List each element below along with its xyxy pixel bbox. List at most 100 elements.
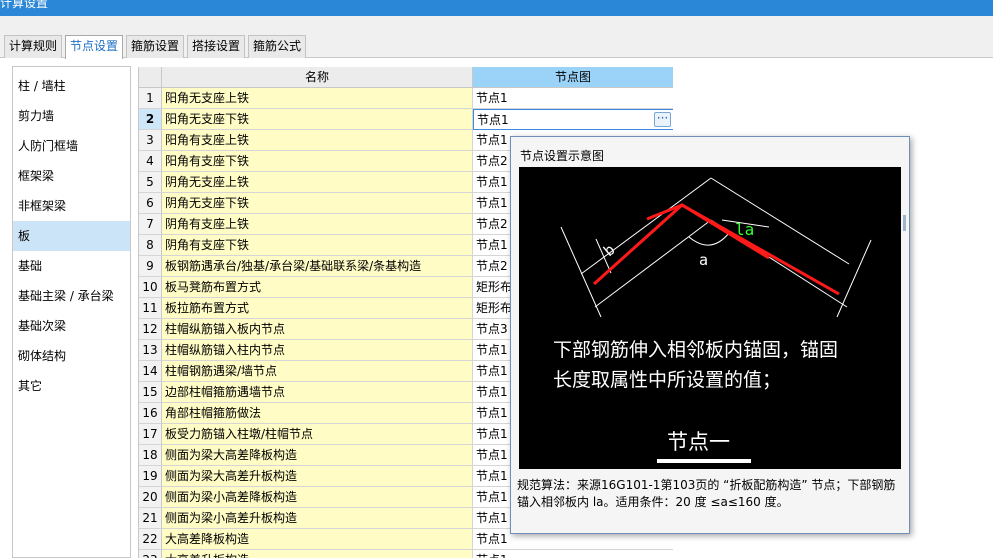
row-name-cell[interactable]: 侧面为梁大高差降板构造 [162, 445, 473, 466]
row-name-cell[interactable]: 角部柱帽箍筋做法 [162, 403, 473, 424]
node-value: 节点2 [476, 154, 508, 168]
break-line-right [836, 239, 872, 318]
node-value: 节点1 [476, 490, 508, 504]
row-name-cell[interactable]: 大高差降板构造 [162, 529, 473, 550]
node-value: 矩形布 [476, 301, 513, 315]
row-name-cell[interactable]: 阴角有支座下铁 [162, 235, 473, 256]
node-value: 节点3 [476, 322, 508, 336]
node-value: 节点2 [476, 259, 508, 273]
table-row[interactable]: 2 阳角无支座下铁 节点1 ··· [139, 109, 673, 130]
sidebar-item-foundation[interactable]: 基础 [13, 251, 130, 281]
row-number: 7 [139, 214, 162, 235]
node-diagram-popup: 节点设置示意图 la a b 下部钢筋伸入相邻板内锚固，锚固 长度取属性中所设置… [510, 136, 910, 534]
node-value: 节点2 [476, 217, 508, 231]
sidebar-item-foundation-secondary-beam[interactable]: 基础次梁 [13, 311, 130, 341]
row-number: 6 [139, 193, 162, 214]
tab-stirrup-settings[interactable]: 箍筋设置 [126, 35, 184, 58]
sidebar-item-frame-beam[interactable]: 框架梁 [13, 161, 130, 191]
tab-stirrup-formula[interactable]: 箍筋公式 [248, 35, 306, 58]
row-name-cell[interactable]: 阴角无支座上铁 [162, 172, 473, 193]
node-value: 节点1 [476, 343, 508, 357]
row-number: 17 [139, 424, 162, 445]
row-name-cell[interactable]: 板拉筋布置方式 [162, 298, 473, 319]
row-name-cell[interactable]: 侧面为梁小高差降板构造 [162, 487, 473, 508]
row-name-cell[interactable]: 阴角有支座上铁 [162, 214, 473, 235]
row-name-cell[interactable]: 阳角有支座下铁 [162, 151, 473, 172]
popup-title: 节点设置示意图 [520, 149, 605, 163]
row-number: 16 [139, 403, 162, 424]
grid-header-node[interactable]: 节点图 [473, 67, 673, 88]
node-value: 节点1 [476, 532, 508, 546]
row-number: 23 [139, 550, 162, 558]
row-name-cell[interactable]: 阳角无支座下铁 [162, 109, 473, 130]
window-titlebar: 计算设置 [0, 0, 993, 16]
grid-header-corner [139, 67, 162, 88]
row-name-cell[interactable]: 侧面为梁小高差升板构造 [162, 508, 473, 529]
tab-bar: 计算规则 节点设置 箍筋设置 搭接设置 箍筋公式 [0, 16, 993, 59]
row-number: 9 [139, 256, 162, 277]
label-a: a [699, 251, 708, 269]
row-number: 11 [139, 298, 162, 319]
row-number: 22 [139, 529, 162, 550]
tab-node-settings[interactable]: 节点设置 [65, 35, 123, 59]
row-name-cell[interactable]: 阳角无支座上铁 [162, 88, 473, 109]
sidebar-item-other[interactable]: 其它 [13, 371, 130, 401]
row-name-cell[interactable]: 侧面为梁大高差升板构造 [162, 466, 473, 487]
sidebar-item-column[interactable]: 柱 / 墙柱 [13, 71, 130, 101]
node-value: 节点1 [476, 511, 508, 525]
row-name-cell[interactable]: 柱帽钢筋遇梁/墙节点 [162, 361, 473, 382]
tab-lap-settings[interactable]: 搭接设置 [187, 35, 245, 58]
window-title: 计算设置 [0, 0, 49, 10]
node-value: 节点1 [476, 238, 508, 252]
row-number: 10 [139, 277, 162, 298]
row-number: 14 [139, 361, 162, 382]
row-name-cell[interactable]: 边部柱帽箍筋遇墙节点 [162, 382, 473, 403]
sidebar-item-slab[interactable]: 板 [13, 221, 130, 251]
row-number: 1 [139, 88, 162, 109]
label-b: b [600, 240, 618, 260]
table-row[interactable]: 23大高差升板构造节点1 [139, 550, 673, 558]
node-value: 节点1 [476, 364, 508, 378]
grid-header-name[interactable]: 名称 [162, 67, 473, 88]
row-node-cell[interactable]: 节点1 [473, 550, 673, 558]
sidebar-item-civil-defense-door-wall[interactable]: 人防门框墙 [13, 131, 130, 161]
node-value: 节点1 [476, 448, 508, 462]
sidebar-item-foundation-main-beam[interactable]: 基础主梁 / 承台梁 [13, 281, 130, 311]
background-scrollbar-edge [903, 215, 906, 231]
slab-bottom-left-edge [594, 219, 712, 308]
node-value: 节点1 [476, 385, 508, 399]
sidebar-item-masonry[interactable]: 砌体结构 [13, 341, 130, 371]
node-value: 节点1 [477, 113, 509, 127]
slab-top-left-edge [580, 177, 712, 275]
label-la: la [735, 220, 754, 239]
row-name-cell[interactable]: 板马凳筋布置方式 [162, 277, 473, 298]
node-value: 节点1 [476, 553, 508, 558]
row-number: 2 [139, 109, 162, 130]
node-picker-ellipsis-button[interactable]: ··· [654, 112, 671, 127]
row-name-cell[interactable]: 板钢筋遇承台/独基/承台梁/基础联系梁/条基构造 [162, 256, 473, 277]
row-node-cell[interactable]: 节点1 [473, 88, 673, 109]
caption-line-2: 长度取属性中所设置的值； [553, 369, 781, 391]
component-type-list: 柱 / 墙柱 剪力墙 人防门框墙 框架梁 非框架梁 板 基础 基础主梁 / 承台… [12, 66, 131, 558]
row-name-cell[interactable]: 柱帽纵筋锚入板内节点 [162, 319, 473, 340]
tab-calc-rules[interactable]: 计算规则 [4, 35, 62, 58]
row-number: 3 [139, 130, 162, 151]
row-number: 21 [139, 508, 162, 529]
row-number: 20 [139, 487, 162, 508]
row-name-cell[interactable]: 阴角无支座下铁 [162, 193, 473, 214]
node-cell-editor[interactable]: 节点1 ··· [473, 109, 673, 130]
row-name-cell[interactable]: 阳角有支座上铁 [162, 130, 473, 151]
sidebar-item-non-frame-beam[interactable]: 非框架梁 [13, 191, 130, 221]
row-name-cell[interactable]: 板受力筋锚入柱墩/柱帽节点 [162, 424, 473, 445]
sidebar-item-shear-wall[interactable]: 剪力墙 [13, 101, 130, 131]
break-line-left [560, 226, 602, 318]
row-number: 5 [139, 172, 162, 193]
node-name-label: 节点一 [667, 430, 730, 454]
row-number: 8 [139, 235, 162, 256]
angle-arc [688, 232, 730, 246]
row-name-cell[interactable]: 大高差升板构造 [162, 550, 473, 558]
row-name-cell[interactable]: 柱帽纵筋锚入柱内节点 [162, 340, 473, 361]
node-value: 节点1 [476, 91, 508, 105]
table-row[interactable]: 1 阳角无支座上铁 节点1 [139, 88, 673, 109]
row-number: 12 [139, 319, 162, 340]
